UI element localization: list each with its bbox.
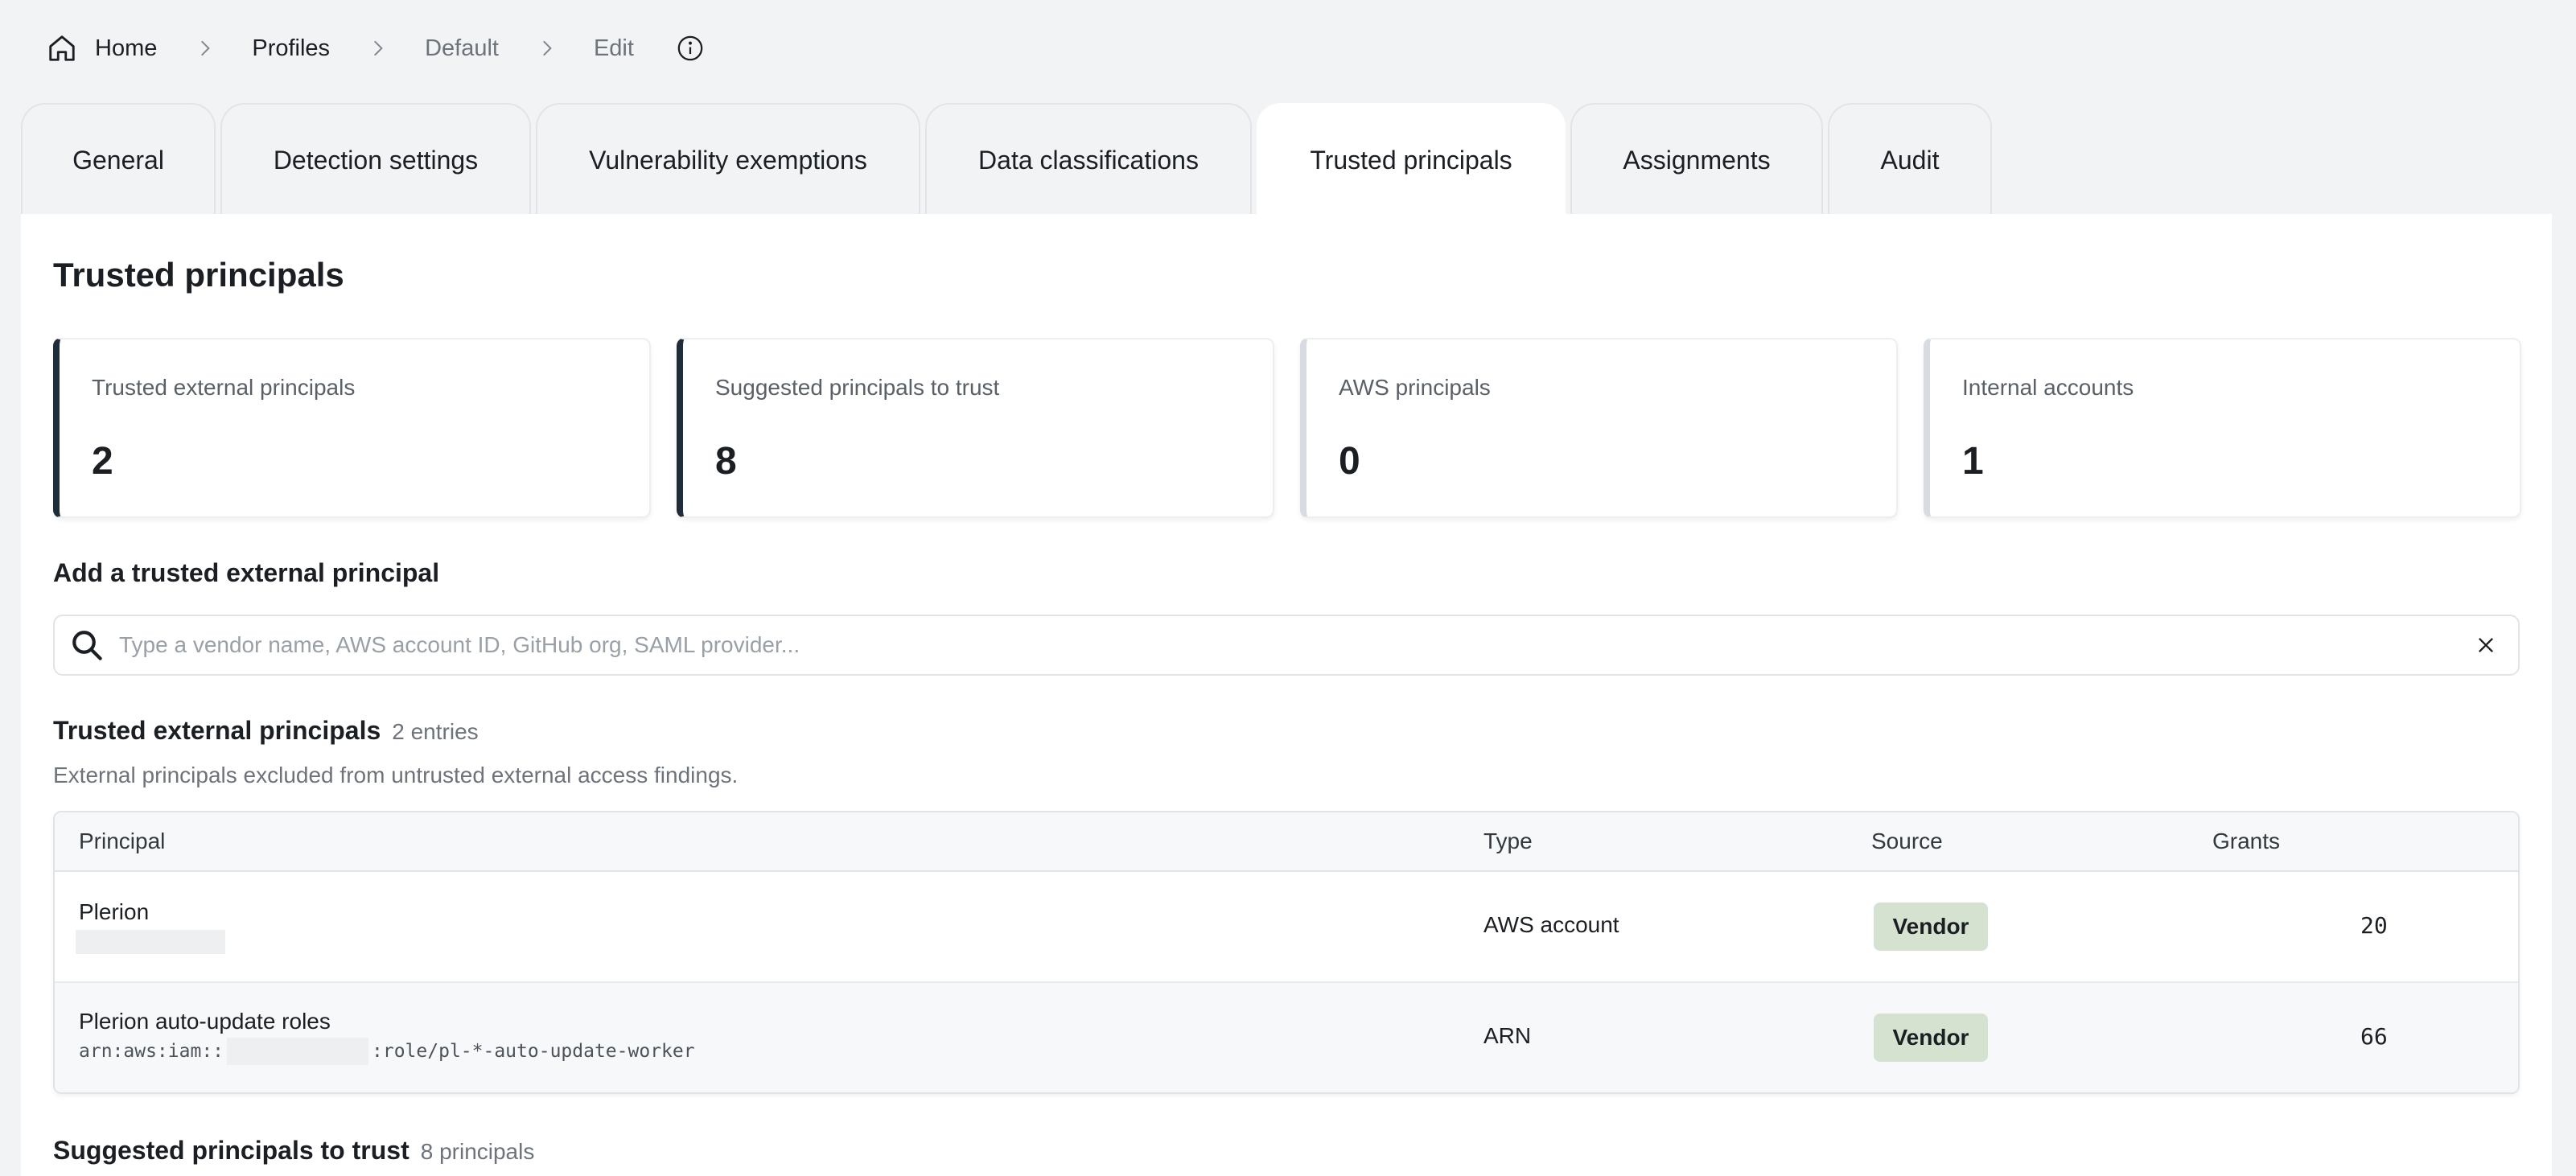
principal-name: Plerion auto-update roles (79, 1009, 331, 1034)
info-icon[interactable] (674, 32, 706, 64)
breadcrumb-default[interactable]: Default (425, 35, 499, 62)
stat-cards: Trusted external principals 2 Suggested … (53, 338, 2521, 518)
principal-search-box (53, 615, 2520, 676)
principal-type: ARN (1483, 1023, 1532, 1048)
stat-label: AWS principals (1339, 375, 1491, 400)
table-row[interactable]: Plerion AWS account Vendor 20 (55, 872, 2518, 983)
stat-card-trusted-external: Trusted external principals 2 (53, 338, 651, 518)
home-icon[interactable] (45, 31, 79, 65)
stat-card-aws-principals: AWS principals 0 (1300, 338, 1898, 518)
column-header-source[interactable]: Source (1871, 829, 1943, 854)
section-title: Suggested principals to trust (53, 1136, 409, 1165)
tab-general[interactable]: General (21, 103, 216, 216)
grants-count: 20 (2360, 912, 2388, 939)
chevron-right-icon (187, 31, 221, 65)
tab-audit[interactable]: Audit (1828, 103, 1992, 216)
chevron-right-icon (529, 31, 563, 65)
principal-arn: arn:aws:iam:::role/pl-*-auto-update-work… (79, 1038, 695, 1065)
breadcrumb-home[interactable]: Home (95, 35, 157, 62)
source-badge: Vendor (1874, 903, 1988, 951)
stat-value: 1 (1962, 440, 1984, 483)
stat-card-suggested: Suggested principals to trust 8 (677, 338, 1274, 518)
column-header-principal[interactable]: Principal (79, 829, 165, 854)
stat-label: Internal accounts (1962, 375, 2134, 400)
tab-assignments[interactable]: Assignments (1570, 103, 1823, 216)
column-header-type[interactable]: Type (1483, 829, 1533, 854)
stat-card-internal-accounts: Internal accounts 1 (1924, 338, 2521, 518)
table-header: Principal Type Source Grants (55, 812, 2518, 872)
column-header-grants[interactable]: Grants (2212, 829, 2280, 854)
stat-label: Trusted external principals (92, 375, 356, 400)
tab-trusted-principals[interactable]: Trusted principals (1257, 103, 1566, 216)
tab-data-classifications[interactable]: Data classifications (925, 103, 1252, 216)
arn-suffix: :role/pl-*-auto-update-worker (372, 1041, 695, 1062)
arn-prefix: arn:aws:iam:: (79, 1041, 224, 1062)
principal-search-input[interactable] (119, 621, 2454, 669)
section-description: External principals excluded from untrus… (53, 763, 739, 787)
section-title: Trusted external principals (53, 716, 381, 745)
redacted-account-id (76, 930, 225, 954)
stat-value: 8 (715, 440, 737, 483)
stat-label: Suggested principals to trust (715, 375, 1000, 400)
add-principal-heading: Add a trusted external principal (53, 558, 440, 587)
table-row[interactable]: Plerion auto-update roles arn:aws:iam:::… (55, 983, 2518, 1092)
breadcrumb: Home Profiles Default Edit (45, 29, 706, 68)
entry-count: 2 entries (392, 719, 479, 744)
stat-value: 0 (1339, 440, 1360, 483)
principal-type: AWS account (1483, 912, 1619, 937)
principal-name: Plerion (79, 899, 150, 924)
stat-value: 2 (92, 440, 113, 483)
close-icon[interactable] (2454, 616, 2518, 674)
suggested-principals-heading: Suggested principals to trust 8 principal… (53, 1136, 534, 1166)
source-badge: Vendor (1874, 1014, 1988, 1062)
grants-count: 66 (2360, 1023, 2388, 1050)
tab-detection-settings[interactable]: Detection settings (220, 103, 531, 216)
breadcrumb-profiles[interactable]: Profiles (252, 35, 330, 62)
search-icon (55, 616, 119, 674)
main-panel: Trusted principals Trusted external prin… (21, 214, 2552, 1176)
tab-vulnerability-exemptions[interactable]: Vulnerability exemptions (536, 103, 920, 216)
tab-bar: General Detection settings Vulnerability… (21, 103, 1992, 216)
redacted-account-id (227, 1038, 369, 1065)
chevron-right-icon (360, 31, 394, 65)
page-title: Trusted principals (53, 256, 344, 294)
trusted-principals-table: Principal Type Source Grants Plerion AWS… (53, 811, 2520, 1094)
principal-count: 8 principals (420, 1139, 535, 1164)
breadcrumb-edit: Edit (593, 35, 634, 61)
trusted-principals-heading: Trusted external principals 2 entries (53, 716, 479, 746)
